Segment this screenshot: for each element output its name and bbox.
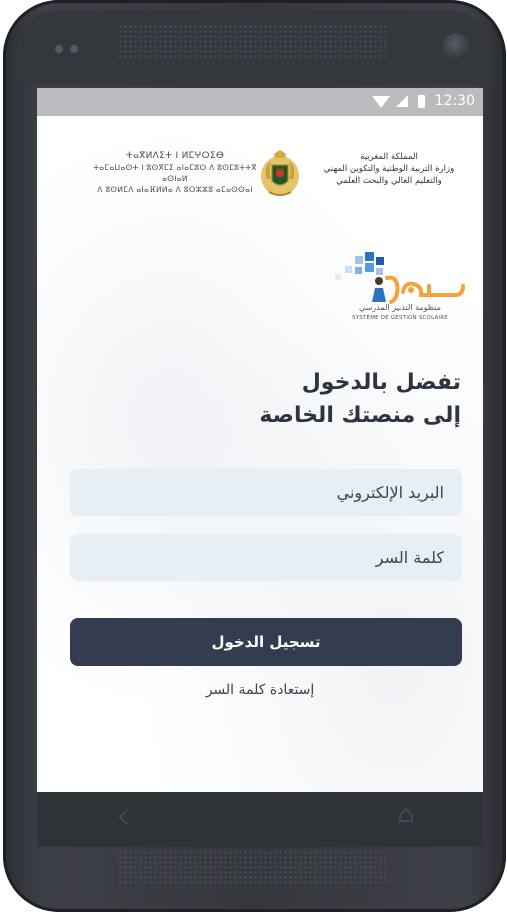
arabic-ministry-name: المملكة المغربية وزارة التربية الوطنية و… [305,151,473,187]
status-icons: 12:30 [371,93,475,109]
arabic-line: المملكة المغربية [360,152,418,162]
password-field[interactable] [70,534,462,581]
ministry-header: ⵜⴰⴳⵍⴷⵉⵜ ⵏ ⵍⵎⵖⵔⵉⴱ ⵜⴰⵎⴰⵡⴰⵙⵜ ⵏ ⵓⵙⴳⵎⵉ ⴰⵏⴰⵎⵓⵔ… [37,146,483,206]
welcome-heading: تفضل بالدخول إلى منصتك الخاصة [81,366,461,432]
amazigh-line: ⴷ ⵓⵙⵍⵎⴷ ⴰⵏⴰⴼⵍⵍⴰ ⴷ ⵓⵔⵣⵣⵓ ⴰⵎⴰⵙⵙⴰⵏ [97,185,253,194]
massar-logo: منظومة التدبير المدرسي SYSTÈME DE GESTIO… [325,248,475,326]
battery-icon [417,94,425,108]
android-nav-bar [37,792,483,847]
wifi-icon [371,96,390,108]
forgot-password-link[interactable]: إستعادة كلمة السر [37,682,483,698]
coat-of-arms-icon [261,150,299,196]
email-field[interactable] [70,469,462,516]
welcome-line-2: إلى منصتك الخاصة [259,403,461,428]
bottom-speaker [118,850,386,884]
nav-back-icon[interactable] [118,808,136,826]
logo-subtitle-arabic: منظومة التدبير المدرسي [358,303,442,312]
status-bar: 12:30 [37,88,483,116]
nav-home-icon[interactable] [399,808,413,822]
logo-subtitle-french: SYSTÈME DE GESTION SCOLAIRE [352,315,448,321]
amazigh-line: ⵜⴰⵎⴰⵡⴰⵙⵜ ⵏ ⵓⵙⴳⵎⵉ ⴰⵏⴰⵎⵓⵔ ⴷ ⵓⵙⵎⵓⵜⵜⴳ ⴰⵙⵏⴰⵍ [93,163,257,183]
amazigh-ministry-name: ⵜⴰⴳⵍⴷⵉⵜ ⵏ ⵍⵎⵖⵔⵉⴱ ⵜⴰⵎⴰⵡⴰⵙⵜ ⵏ ⵓⵙⴳⵎⵉ ⴰⵏⴰⵎⵓⵔ… [85,151,265,195]
login-button[interactable]: تسجيل الدخول [70,618,462,666]
arabic-line: والتعليم العالي والبحث العلمي [336,176,442,186]
signal-icon [395,95,408,107]
status-time: 12:30 [434,93,475,109]
sensor-dots [55,45,78,53]
front-camera-icon [443,33,469,59]
earpiece-speaker [118,24,386,60]
app-screen: 12:30 ⵜⴰⴳⵍⴷⵉⵜ ⵏ ⵍⵎⵖⵔⵉⴱ ⵜⴰⵎⴰⵡⴰⵙⵜ ⵏ ⵓⵙⴳⵎⵉ … [37,88,483,792]
massar-logo-icon [335,252,465,304]
amazigh-line: ⵜⴰⴳⵍⴷⵉⵜ ⵏ ⵍⵎⵖⵔⵉⴱ [125,151,225,161]
welcome-line-1: تفضل بالدخول [301,370,461,395]
arabic-line: وزارة التربية الوطنية والتكوين المهني [323,164,455,174]
